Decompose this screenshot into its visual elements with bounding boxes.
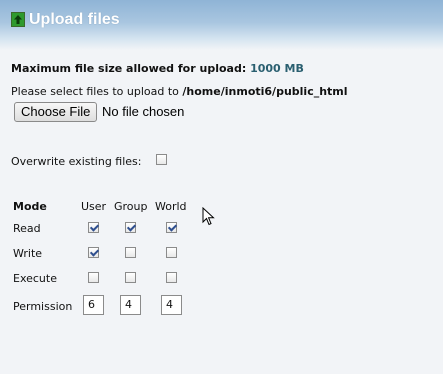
execute-user-checkbox[interactable]	[88, 272, 99, 283]
write-user-checkbox[interactable]	[88, 247, 99, 258]
permission-world-input[interactable]: 4	[161, 295, 182, 315]
row-label-read: Read	[13, 222, 41, 235]
upload-arrow-icon	[11, 12, 25, 27]
header-bar: Upload files	[0, 0, 443, 50]
upload-destination-prompt: Please select files to upload to	[11, 85, 179, 98]
column-header-user: User	[81, 200, 107, 213]
write-world-checkbox[interactable]	[166, 247, 177, 258]
overwrite-label: Overwrite existing files:	[11, 155, 142, 168]
mode-header: Mode	[13, 200, 47, 213]
max-file-size-label: Maximum file size allowed for upload:	[11, 62, 247, 75]
read-user-checkbox[interactable]	[88, 222, 99, 233]
file-status-text: No file chosen	[102, 104, 185, 119]
permission-user-input[interactable]: 6	[83, 295, 104, 315]
execute-group-checkbox[interactable]	[125, 272, 136, 283]
execute-world-checkbox[interactable]	[166, 272, 177, 283]
write-group-checkbox[interactable]	[125, 247, 136, 258]
overwrite-checkbox[interactable]	[156, 154, 167, 165]
read-group-checkbox[interactable]	[125, 222, 136, 233]
column-header-group: Group	[114, 200, 148, 213]
page-title: Upload files	[29, 11, 120, 28]
mouse-pointer-icon	[202, 206, 216, 230]
max-file-size-value: 1000 MB	[250, 62, 304, 75]
choose-file-button[interactable]: Choose File	[14, 102, 98, 122]
read-world-checkbox[interactable]	[166, 222, 177, 233]
upload-destination: Please select files to upload to /home/i…	[11, 85, 348, 98]
permission-label: Permission	[13, 300, 73, 313]
max-file-size: Maximum file size allowed for upload: 10…	[11, 62, 304, 75]
column-header-world: World	[155, 200, 187, 213]
permission-group-input[interactable]: 4	[120, 295, 141, 315]
row-label-write: Write	[13, 247, 43, 260]
row-label-execute: Execute	[13, 272, 57, 285]
upload-destination-path: /home/inmoti6/public_html	[182, 85, 348, 98]
